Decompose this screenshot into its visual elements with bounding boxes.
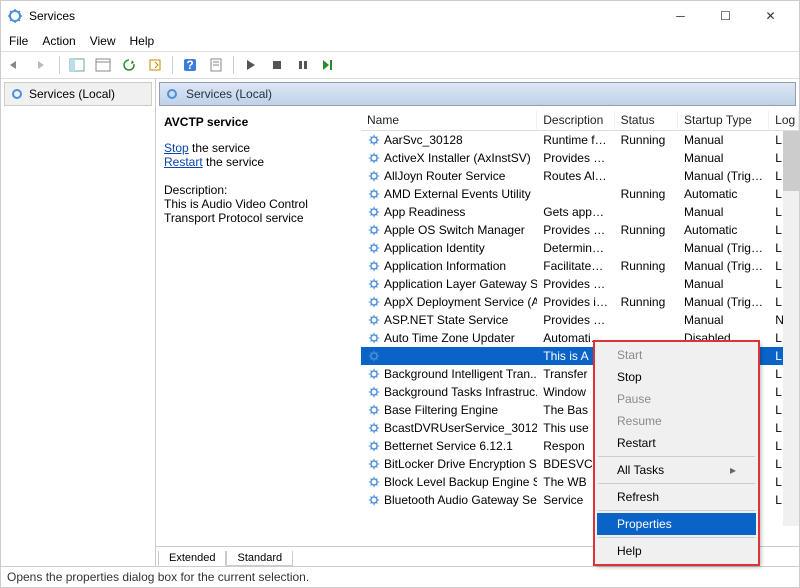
col-name[interactable]: Name <box>361 111 537 129</box>
nav-forward-button[interactable] <box>31 54 53 76</box>
col-logon[interactable]: Log <box>769 111 799 129</box>
col-startup[interactable]: Startup Type <box>678 111 769 129</box>
tab-standard[interactable]: Standard <box>226 551 293 566</box>
minimize-button[interactable]: ─ <box>658 2 703 30</box>
stop-service-button[interactable] <box>266 54 288 76</box>
service-row[interactable]: ActiveX Installer (AxInstSV)Provides Use… <box>361 149 799 167</box>
service-row[interactable]: ASP.NET State ServiceProvides sup...Manu… <box>361 311 799 329</box>
svg-text:?: ? <box>186 58 193 72</box>
menu-view[interactable]: View <box>90 34 116 48</box>
ctx-start[interactable]: Start <box>597 344 756 366</box>
col-description[interactable]: Description <box>537 111 614 129</box>
ctx-stop[interactable]: Stop <box>597 366 756 388</box>
tree-node-services-local[interactable]: Services (Local) <box>4 82 152 106</box>
maximize-button[interactable]: ☐ <box>703 2 748 30</box>
col-status[interactable]: Status <box>615 111 678 129</box>
ctx-refresh[interactable]: Refresh <box>597 486 756 508</box>
menu-file[interactable]: File <box>9 34 28 48</box>
window-title: Services <box>29 9 75 23</box>
column-headers: Name Description Status Startup Type Log <box>361 109 799 131</box>
description-label: Description: <box>164 183 353 197</box>
menubar: File Action View Help <box>1 31 799 51</box>
tab-extended[interactable]: Extended <box>158 551 226 566</box>
description-text: This is Audio Video Control Transport Pr… <box>164 197 353 225</box>
service-row[interactable]: AppX Deployment Service (A...Provides in… <box>361 293 799 311</box>
services-app-icon <box>7 8 23 24</box>
service-row[interactable]: AllJoyn Router ServiceRoutes AllJo...Man… <box>361 167 799 185</box>
service-row[interactable]: App ReadinessGets apps re...ManualLoc <box>361 203 799 221</box>
pause-service-button[interactable] <box>292 54 314 76</box>
service-row[interactable]: AarSvc_30128Runtime for ...RunningManual… <box>361 131 799 149</box>
menu-help[interactable]: Help <box>130 34 155 48</box>
menu-action[interactable]: Action <box>42 34 75 48</box>
help-toolbar-button[interactable]: ? <box>179 54 201 76</box>
service-row[interactable]: Apple OS Switch ManagerProvides sup...Ru… <box>361 221 799 239</box>
nav-back-button[interactable] <box>5 54 27 76</box>
restart-service-link[interactable]: Restart <box>164 155 203 169</box>
service-row[interactable]: Application InformationFacilitates th...… <box>361 257 799 275</box>
show-hide-console-tree-button[interactable] <box>66 54 88 76</box>
ctx-pause[interactable]: Pause <box>597 388 756 410</box>
gear-icon <box>9 86 25 102</box>
chevron-right-icon: ▸ <box>730 463 736 477</box>
properties-toolbar-button[interactable] <box>92 54 114 76</box>
console-tree-pane: Services (Local) <box>1 79 156 566</box>
ctx-help[interactable]: Help <box>597 540 756 562</box>
service-description-pane: AVCTP service Stop the service Restart t… <box>156 109 361 546</box>
ctx-restart[interactable]: Restart <box>597 432 756 454</box>
toolbar: ? <box>1 51 799 79</box>
stop-service-link[interactable]: Stop <box>164 141 189 155</box>
titlebar: Services ─ ☐ ✕ <box>1 1 799 31</box>
vertical-scrollbar[interactable] <box>783 131 799 526</box>
context-menu: Start Stop Pause Resume Restart All Task… <box>594 341 759 565</box>
ctx-resume[interactable]: Resume <box>597 410 756 432</box>
export-list-button[interactable] <box>144 54 166 76</box>
service-row[interactable]: AMD External Events UtilityRunningAutoma… <box>361 185 799 203</box>
gear-icon <box>164 86 180 102</box>
service-row[interactable]: Application IdentityDetermines ...Manual… <box>361 239 799 257</box>
status-bar: Opens the properties dialog box for the … <box>1 567 799 587</box>
restart-service-button[interactable] <box>318 54 340 76</box>
service-row[interactable]: Application Layer Gateway S...Provides s… <box>361 275 799 293</box>
selected-service-name: AVCTP service <box>164 115 353 129</box>
help-topics-button[interactable] <box>205 54 227 76</box>
start-service-button[interactable] <box>240 54 262 76</box>
refresh-toolbar-button[interactable] <box>118 54 140 76</box>
ctx-properties[interactable]: Properties <box>597 513 756 535</box>
details-header: Services (Local) <box>159 82 796 106</box>
close-button[interactable]: ✕ <box>748 2 793 30</box>
ctx-all-tasks[interactable]: All Tasks▸ <box>597 459 756 481</box>
